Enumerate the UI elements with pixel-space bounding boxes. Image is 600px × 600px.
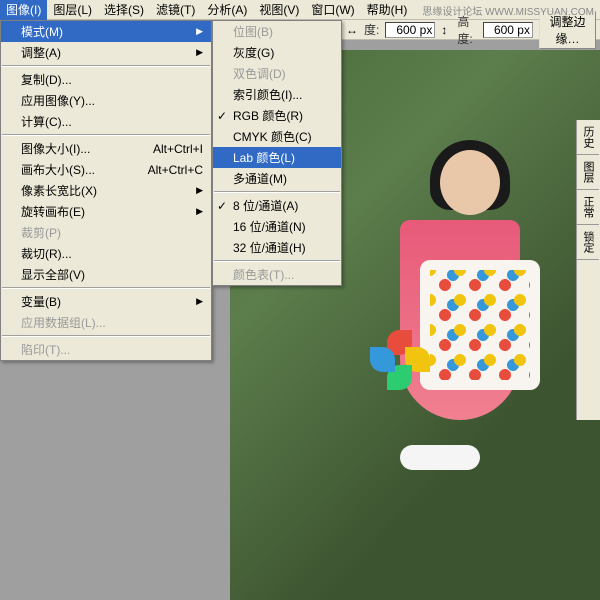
menu-item-label: 显示全部(V) [21,266,85,283]
menu-item-label: CMYK 颜色(C) [233,128,312,145]
menu-separator [214,260,340,262]
menu-item-shortcut: Alt+Ctrl+I [153,142,203,156]
menu-item[interactable]: ✓ RGB 颜色(R) [213,105,341,126]
menu-item[interactable]: 灰度(G) [213,42,341,63]
menu-item: 裁剪(P) [1,222,211,243]
menu-item-label: 复制(D)... [21,71,72,88]
menu-item: 位图(B) [213,21,341,42]
chevron-right-icon: ▶ [196,26,203,37]
menu-item-label: 模式(M) [21,23,63,40]
menu-separator [2,134,210,136]
menu-item[interactable]: 32 位/通道(H) [213,237,341,258]
menu-item[interactable]: 索引颜色(I)... [213,84,341,105]
height-arrow-icon [441,23,451,37]
menubar-item[interactable]: 滤镜(T) [150,0,201,20]
menubar-item[interactable]: 帮助(H) [361,0,414,20]
menu-item[interactable]: 多通道(M) [213,168,341,189]
chevron-right-icon: ▶ [196,185,203,196]
checkmark-icon: ✓ [217,109,227,123]
menu-separator [214,191,340,193]
width-arrow-icon [346,23,358,37]
menu-separator [2,335,210,337]
menu-item[interactable]: 计算(C)... [1,111,211,132]
menu-item[interactable]: 应用图像(Y)... [1,90,211,111]
menu-item[interactable]: 复制(D)... [1,69,211,90]
menu-item: 应用数据组(L)... [1,312,211,333]
mode-submenu-dropdown: 位图(B) 灰度(G) 双色调(D) 索引颜色(I)... ✓ RGB 颜色(R) CMYK… [212,20,342,286]
panel-tab[interactable]: 图层 [577,155,599,190]
menu-item[interactable]: 图像大小(I)... Alt+Ctrl+I [1,138,211,159]
menu-item[interactable]: 裁切(R)... [1,243,211,264]
menu-separator [2,287,210,289]
menu-item-label: 变量(B) [21,293,61,310]
checkmark-icon: ✓ [217,199,227,213]
menu-item-label: 颜色表(T)... [233,266,294,283]
menu-item-label: 陷印(T)... [21,341,70,358]
menu-item-label: 索引颜色(I)... [233,86,302,103]
menubar-item[interactable]: 选择(S) [98,0,150,20]
width-input[interactable] [385,22,435,38]
chevron-right-icon: ▶ [196,47,203,58]
watermark-text: 思缘设计论坛 WWW.MISSYUAN.COM [422,3,594,18]
menu-item-label: 裁切(R)... [21,245,72,262]
photo-subject [360,150,540,500]
menu-item-label: 位图(B) [233,23,273,40]
menu-item[interactable]: 像素长宽比(X) ▶ [1,180,211,201]
menu-item[interactable]: 画布大小(S)... Alt+Ctrl+C [1,159,211,180]
menu-item-label: 16 位/通道(N) [233,218,306,235]
menu-item[interactable]: Lab 颜色(L) [213,147,341,168]
menu-item[interactable]: ✓ 8 位/通道(A) [213,195,341,216]
menubar-item[interactable]: 图像(I) [0,0,47,20]
menu-item-label: 应用数据组(L)... [21,314,106,331]
menu-item[interactable]: 模式(M) ▶ [1,21,211,42]
menu-item-label: 应用图像(Y)... [21,92,95,109]
menubar-item[interactable]: 窗口(W) [305,0,360,20]
menubar-item[interactable]: 图层(L) [47,0,98,20]
menu-item-label: 32 位/通道(H) [233,239,306,256]
image-menu-dropdown: 模式(M) ▶ 调整(A) ▶ 复制(D)... 应用图像(Y)... 计算(C)... 图像… [0,20,212,361]
menu-item: 陷印(T)... [1,339,211,360]
menu-item: 双色调(D) [213,63,341,84]
menu-item[interactable]: CMYK 颜色(C) [213,126,341,147]
right-panel-dock: 历史图层正常锁定 [576,120,600,420]
menu-item[interactable]: 显示全部(V) [1,264,211,285]
menu-item-label: 裁剪(P) [21,224,61,241]
menu-item-label: 8 位/通道(A) [233,197,298,214]
menubar-item[interactable]: 分析(A) [201,0,253,20]
chevron-right-icon: ▶ [196,206,203,217]
menu-item-label: 像素长宽比(X) [21,182,97,199]
menu-item-label: 图像大小(I)... [21,140,90,157]
menu-item-label: 双色调(D) [233,65,286,82]
menu-item[interactable]: 调整(A) ▶ [1,42,211,63]
menu-item-label: RGB 颜色(R) [233,107,303,124]
menu-item-label: 画布大小(S)... [21,161,95,178]
menu-item-label: 多通道(M) [233,170,287,187]
menu-separator [2,65,210,67]
menu-item-label: 灰度(G) [233,44,274,61]
menu-item-shortcut: Alt+Ctrl+C [148,163,203,177]
menu-item-label: Lab 颜色(L) [233,149,295,166]
panel-tab[interactable]: 正常 [577,190,599,225]
menu-item-label: 调整(A) [21,44,61,61]
menubar-item[interactable]: 视图(V) [253,0,305,20]
menu-item-label: 旋转画布(E) [21,203,85,220]
menu-item-label: 计算(C)... [21,113,72,130]
menu-item[interactable]: 16 位/通道(N) [213,216,341,237]
menu-item[interactable]: 变量(B) ▶ [1,291,211,312]
panel-tab[interactable]: 锁定 [577,225,599,260]
menu-item[interactable]: 旋转画布(E) ▶ [1,201,211,222]
menu-item: 颜色表(T)... [213,264,341,285]
height-input[interactable] [483,22,533,38]
chevron-right-icon: ▶ [196,296,203,307]
options-toolbar: 度: 高度: 调整边缘… [342,20,600,40]
panel-tab[interactable]: 历史 [577,120,599,155]
width-label: 度: [364,21,379,38]
